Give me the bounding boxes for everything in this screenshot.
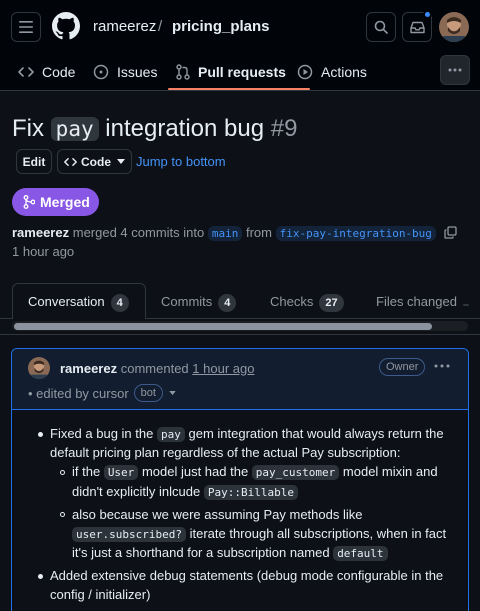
edited-by-text: • edited by cursor — [28, 385, 129, 401]
list-sub-item-continued: didn't explicitly inlcude Pay::Billable — [72, 482, 298, 502]
app-header: rameerez / pricing_plans Code Issues Pul… — [0, 0, 480, 91]
tab-checks-label: Checks — [270, 294, 314, 309]
jump-to-bottom-link[interactable]: Jump to bottom — [136, 154, 226, 169]
tab-actions-label: Actions — [321, 64, 367, 80]
list-item: Fixed a bug in the pay gem integration t… — [50, 426, 444, 442]
edit-button-label: Edit — [22, 154, 46, 169]
tabs-scrollbar-thumb[interactable] — [14, 323, 432, 330]
tab-issues-label: Issues — [117, 64, 158, 80]
bot-badge: bot — [133, 384, 163, 402]
comment-avatar[interactable] — [28, 357, 50, 379]
repo-name-link[interactable]: pricing_plans — [172, 18, 270, 36]
comment-header: rameerez commented 1 hour ago Owner • ed… — [12, 349, 468, 410]
comment-meta: rameerez commented 1 hour ago — [60, 361, 254, 376]
merge-time: 1 hour ago — [12, 244, 75, 259]
tabs-bottom-divider — [0, 334, 480, 335]
page-title: Fix pay integration bug #9 — [12, 114, 297, 144]
code-button-label: Code — [81, 154, 111, 169]
list-item-continued: config / initializer) — [50, 587, 151, 602]
tab-code[interactable]: Code — [18, 54, 75, 90]
from-text: from — [245, 225, 272, 240]
tab-conversation[interactable]: Conversation 4 — [28, 294, 129, 312]
comment-options-icon[interactable] — [434, 364, 450, 368]
issue-icon — [93, 64, 109, 80]
notification-dot — [423, 10, 432, 19]
tab-checks-counter: 27 — [319, 294, 344, 312]
pull-request-icon — [176, 64, 190, 80]
list-sub-item-continued: user.subscribed? iterate through all sub… — [72, 524, 446, 544]
tab-checks[interactable]: Checks 27 — [270, 294, 344, 312]
tab-actions[interactable]: Actions — [297, 54, 367, 90]
tab-conversation-counter: 4 — [110, 294, 129, 312]
tab-files-changed[interactable]: Files changed — [376, 294, 469, 310]
tab-code-label: Code — [42, 64, 76, 80]
triangle-down-icon — [117, 159, 125, 164]
copy-icon[interactable] — [443, 226, 457, 239]
comment-card: rameerez commented 1 hour ago Owner • ed… — [11, 348, 469, 611]
code-dropdown-button[interactable]: Code — [57, 149, 132, 174]
tab-pull-requests[interactable]: Pull requests — [176, 54, 286, 90]
search-button[interactable] — [366, 12, 396, 42]
inbox-icon — [409, 21, 425, 33]
owner-badge: Owner — [379, 358, 426, 376]
tab-files-changed-label: Files changed — [376, 294, 457, 309]
kebab-horizontal-icon — [448, 68, 462, 72]
search-icon — [374, 20, 388, 34]
list-sub-bullet — [60, 470, 65, 475]
comment-time-link[interactable]: 1 hour ago — [192, 361, 254, 376]
merge-summary: rameerez merged 4 commits into main from… — [12, 224, 457, 243]
tab-commits[interactable]: Commits 4 — [161, 294, 237, 312]
list-item-continued: default pricing plan regardless of the a… — [50, 445, 401, 460]
title-text-start: Fix — [12, 115, 51, 142]
tab-conversation-label: Conversation — [28, 294, 105, 309]
code-icon — [64, 157, 77, 166]
breadcrumb-separator: / — [158, 18, 163, 35]
list-bullet — [38, 432, 43, 437]
merge-text: merged 4 commits into — [72, 225, 205, 240]
list-sub-bullet — [60, 512, 65, 517]
user-avatar[interactable] — [439, 12, 469, 42]
list-sub-item: also because we were assuming Pay method… — [72, 507, 363, 522]
tab-issues[interactable]: Issues — [93, 54, 157, 90]
status-badge-label: Merged — [40, 194, 90, 210]
more-nav-button[interactable] — [440, 55, 470, 85]
list-bullet — [38, 574, 43, 579]
tab-files-changed-counter — [462, 304, 469, 306]
merge-icon — [23, 195, 35, 209]
comment-author-link[interactable]: rameerez — [60, 361, 117, 376]
base-branch[interactable]: main — [207, 226, 243, 241]
pr-author-link[interactable]: rameerez — [12, 225, 69, 240]
github-logo-icon[interactable] — [52, 12, 80, 40]
triangle-down-icon — [169, 391, 176, 395]
tab-commits-label: Commits — [161, 294, 213, 309]
list-item: Added extensive debug statements (debug … — [50, 568, 444, 583]
list-sub-item-continued: it's just a shorthand for a subscription… — [72, 543, 388, 563]
edit-button[interactable]: Edit — [16, 149, 52, 174]
tab-commits-counter: 4 — [218, 294, 237, 312]
pr-number: #9 — [270, 115, 298, 142]
hamburger-icon — [19, 21, 33, 33]
menu-button[interactable] — [11, 12, 41, 42]
code-icon — [18, 67, 34, 77]
repo-owner-link[interactable]: rameerez — [93, 18, 156, 36]
play-icon — [297, 64, 313, 80]
head-branch[interactable]: fix-pay-integration-bug — [275, 226, 436, 241]
tab-pull-requests-label: Pull requests — [198, 64, 286, 80]
comment-action: commented — [120, 361, 189, 376]
active-tab-indicator — [168, 88, 310, 90]
edited-by[interactable]: • edited by cursor bot — [28, 384, 176, 402]
title-code: pay — [50, 117, 99, 141]
title-text-end: integration bug — [98, 115, 265, 142]
list-sub-item: if the User model just had the pay_custo… — [72, 464, 438, 480]
status-badge: Merged — [12, 188, 99, 216]
